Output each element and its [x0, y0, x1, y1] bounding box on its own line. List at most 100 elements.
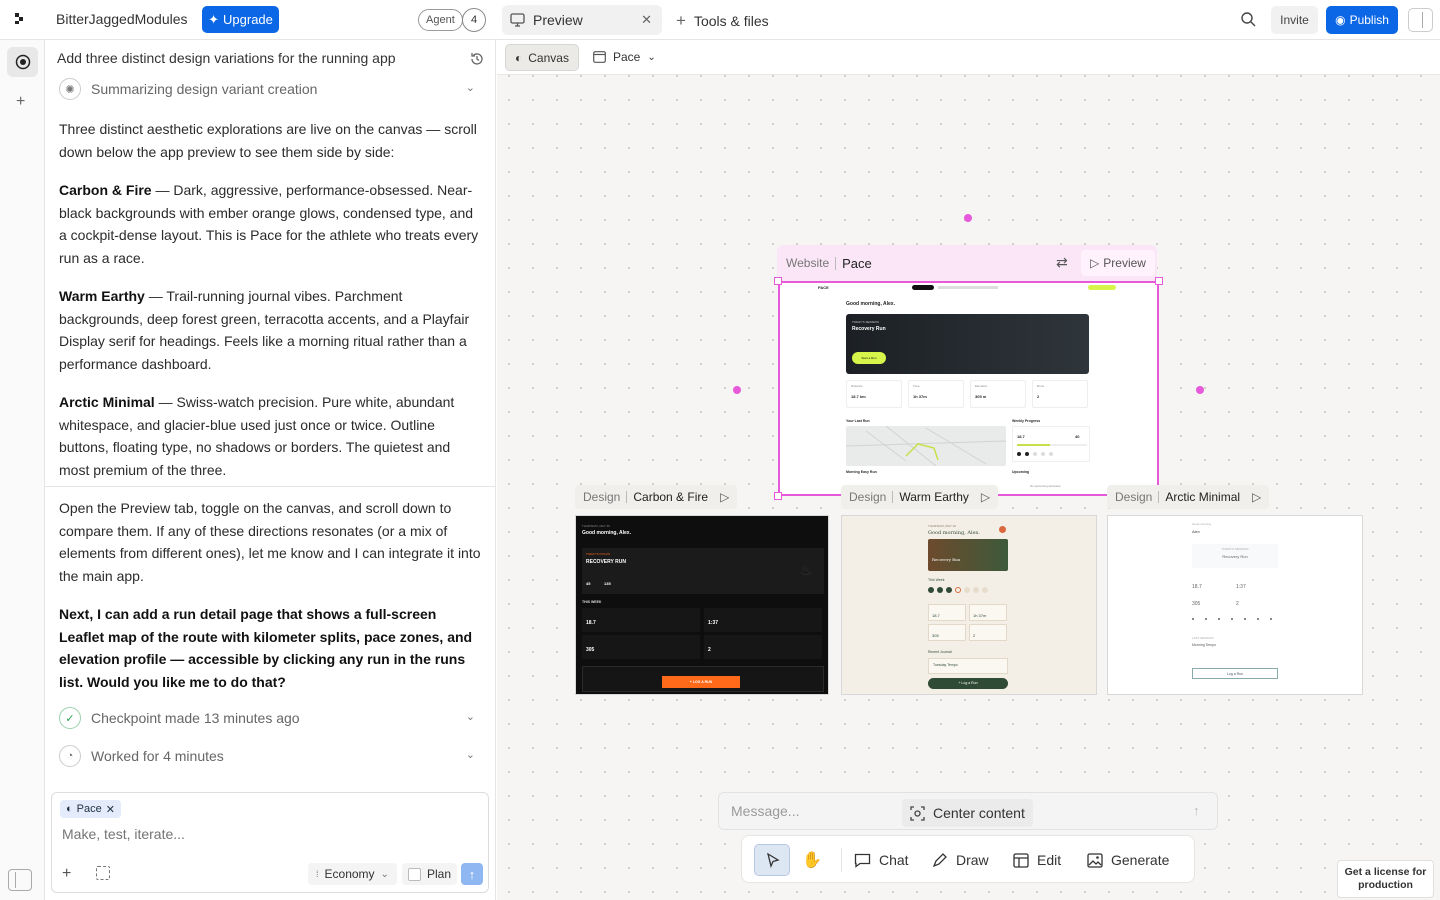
site-start-run-button[interactable]: Start a Run	[852, 352, 886, 364]
carbon-stat2: 135	[604, 581, 611, 586]
arctic-v4: 2	[1236, 601, 1239, 607]
warm-hero: Recovery Run	[928, 539, 1008, 571]
site-hero-kicker: TODAY'S SESSION	[852, 320, 879, 324]
play-icon[interactable]: ▷	[720, 490, 729, 504]
worked-step[interactable]: ◔ Worked for 4 minutes ⌄	[59, 743, 479, 769]
chevron-down-icon[interactable]: ⌄	[466, 748, 475, 761]
pointer-tool[interactable]	[754, 844, 790, 876]
design-canvas[interactable]: ◐ Canvas Pace ⌄ Website Pace ⇄ ▷ Preview…	[497, 40, 1440, 900]
chevron-down-icon[interactable]: ⌄	[466, 710, 475, 723]
upgrade-button[interactable]: ✦ Upgrade	[202, 6, 279, 33]
design-card-carbon[interactable]: THURSDAY, MAY 30 Good morning, Alex. TOD…	[575, 515, 829, 695]
history-icon[interactable]	[469, 51, 485, 72]
prompt-input[interactable]	[62, 826, 472, 842]
day-dot	[928, 587, 934, 593]
site-upcoming-title: Upcoming	[1012, 470, 1030, 474]
play-icon[interactable]: ▷	[1252, 490, 1261, 504]
warm-stat-card: 1h 37m	[969, 604, 1007, 621]
website-preview-frame[interactable]: PACE Good morning, Alex. TODAY'S SESSION…	[778, 281, 1159, 496]
send-arrow-icon[interactable]: ↑	[1193, 803, 1200, 818]
frame-preview-button[interactable]: ▷ Preview	[1081, 250, 1155, 276]
toggle-panel-icon[interactable]	[1408, 8, 1433, 32]
app-logo-icon[interactable]	[12, 11, 32, 29]
center-content-button[interactable]: Center content	[902, 799, 1033, 827]
stat-label: Time	[913, 384, 920, 388]
warm-journal-entry[interactable]: Tuesday Tempo	[928, 658, 1008, 674]
stat-label: Elevation	[975, 384, 988, 388]
carbon-log-run-button[interactable]: + LOG A RUN	[662, 676, 740, 688]
site-route-map[interactable]	[845, 425, 1007, 467]
context-chip[interactable]: ◐ Pace ✕	[60, 800, 121, 818]
resize-handle-left[interactable]	[733, 386, 741, 394]
agent-count-badge[interactable]: 4	[462, 8, 486, 32]
sidebar-toggle-icon[interactable]	[8, 869, 32, 891]
plan-checkbox[interactable]	[408, 867, 421, 881]
resize-corner-bl[interactable]	[774, 492, 782, 500]
edit-tool[interactable]: Edit	[1013, 844, 1061, 876]
search-icon[interactable]	[1240, 11, 1256, 32]
site-nav[interactable]	[938, 286, 998, 289]
license-badge[interactable]: Get a license for production	[1337, 860, 1434, 898]
day-dot	[973, 587, 979, 593]
arctic-name: Alex	[1192, 529, 1200, 534]
chevron-down-icon[interactable]: ⌄	[466, 81, 475, 94]
checkpoint-step[interactable]: ✓ Checkpoint made 13 minutes ago ⌄	[59, 705, 479, 731]
warm-log-run-button[interactable]: + Log a Run	[928, 678, 1008, 689]
remove-chip-icon[interactable]: ✕	[106, 803, 115, 816]
day-dot	[1017, 452, 1021, 456]
site-log-run-button[interactable]	[1088, 285, 1116, 290]
site-nav-active[interactable]	[912, 285, 934, 290]
send-arrow-icon[interactable]: ↑	[461, 863, 483, 885]
summary-step[interactable]: ✺ Summarizing design variant creation ⌄	[59, 76, 479, 102]
draw-tool[interactable]: Draw	[932, 844, 989, 876]
journal-entry-title: Tuesday Tempo	[933, 663, 958, 667]
plan-toggle[interactable]: Plan	[402, 863, 458, 885]
design-label-carbon[interactable]: Design Carbon & Fire ▷	[575, 485, 738, 509]
design-card-arctic[interactable]: Good morning Alex TODAY'S SESSION Recove…	[1107, 515, 1363, 695]
page-select[interactable]: Pace ⌄	[593, 50, 656, 64]
new-session-icon[interactable]: +	[16, 93, 25, 111]
generate-tool[interactable]: Generate	[1087, 844, 1169, 876]
carbon-stat-card: 305	[582, 635, 700, 659]
canvas-message-input[interactable]: Message...	[731, 803, 799, 819]
followup-bold: Next, I can add a run detail page that s…	[59, 606, 473, 690]
invite-button[interactable]: Invite	[1271, 6, 1318, 34]
stat-value: 1h 37m	[913, 394, 927, 399]
resize-corner-tl[interactable]	[774, 277, 782, 285]
resize-handle-right[interactable]	[1196, 386, 1204, 394]
design-label-arctic[interactable]: Design Arctic Minimal ▷	[1107, 485, 1270, 509]
day-dot	[1025, 452, 1029, 456]
stat-value: 305	[932, 633, 939, 638]
focus-icon	[910, 805, 925, 821]
hand-icon: ✋	[802, 852, 822, 869]
mode-select[interactable]: ⁞ Economy ⌄	[308, 863, 397, 885]
day-dot	[982, 587, 988, 593]
select-element-icon[interactable]	[96, 866, 110, 880]
hand-tool[interactable]: ✋	[802, 844, 822, 876]
arctic-log-run-button[interactable]: Log a Run	[1192, 668, 1278, 679]
warm-hero-title: Recovery Run	[932, 557, 961, 562]
warm-avatar[interactable]	[999, 526, 1006, 533]
publish-button[interactable]: ◉ Publish	[1326, 6, 1398, 34]
project-name[interactable]: BitterJaggedModules	[56, 11, 188, 27]
canvas-toggle-button[interactable]: ◐ Canvas	[505, 44, 579, 71]
chat-tool[interactable]: Chat	[854, 844, 909, 876]
day-dot	[1041, 452, 1045, 456]
chat-session-icon[interactable]	[7, 47, 38, 77]
warm-stat-card: 18.7	[928, 604, 966, 621]
rotate-handle[interactable]	[964, 214, 972, 222]
grip-icon: ⁞	[316, 869, 319, 879]
play-icon[interactable]: ▷	[981, 490, 990, 504]
day-dot	[1033, 452, 1037, 456]
design-card-warm[interactable]: THURSDAY, MAY 30 Good morning, Alex. Rec…	[841, 515, 1097, 695]
resize-corner-tr[interactable]	[1155, 277, 1163, 285]
summary-step-label: Summarizing design variant creation	[91, 81, 318, 97]
day-dot	[1257, 618, 1259, 620]
close-icon[interactable]: ✕	[641, 12, 652, 28]
shuffle-icon[interactable]: ⇄	[1056, 254, 1068, 271]
tab-preview[interactable]: Preview ✕	[502, 5, 662, 35]
tab-tools-files[interactable]: + Tools & files	[676, 11, 769, 31]
design-label-warm[interactable]: Design Warm Earthy ▷	[841, 485, 999, 509]
agent-badge[interactable]: Agent	[418, 9, 463, 31]
attach-plus-icon[interactable]: +	[62, 865, 71, 883]
